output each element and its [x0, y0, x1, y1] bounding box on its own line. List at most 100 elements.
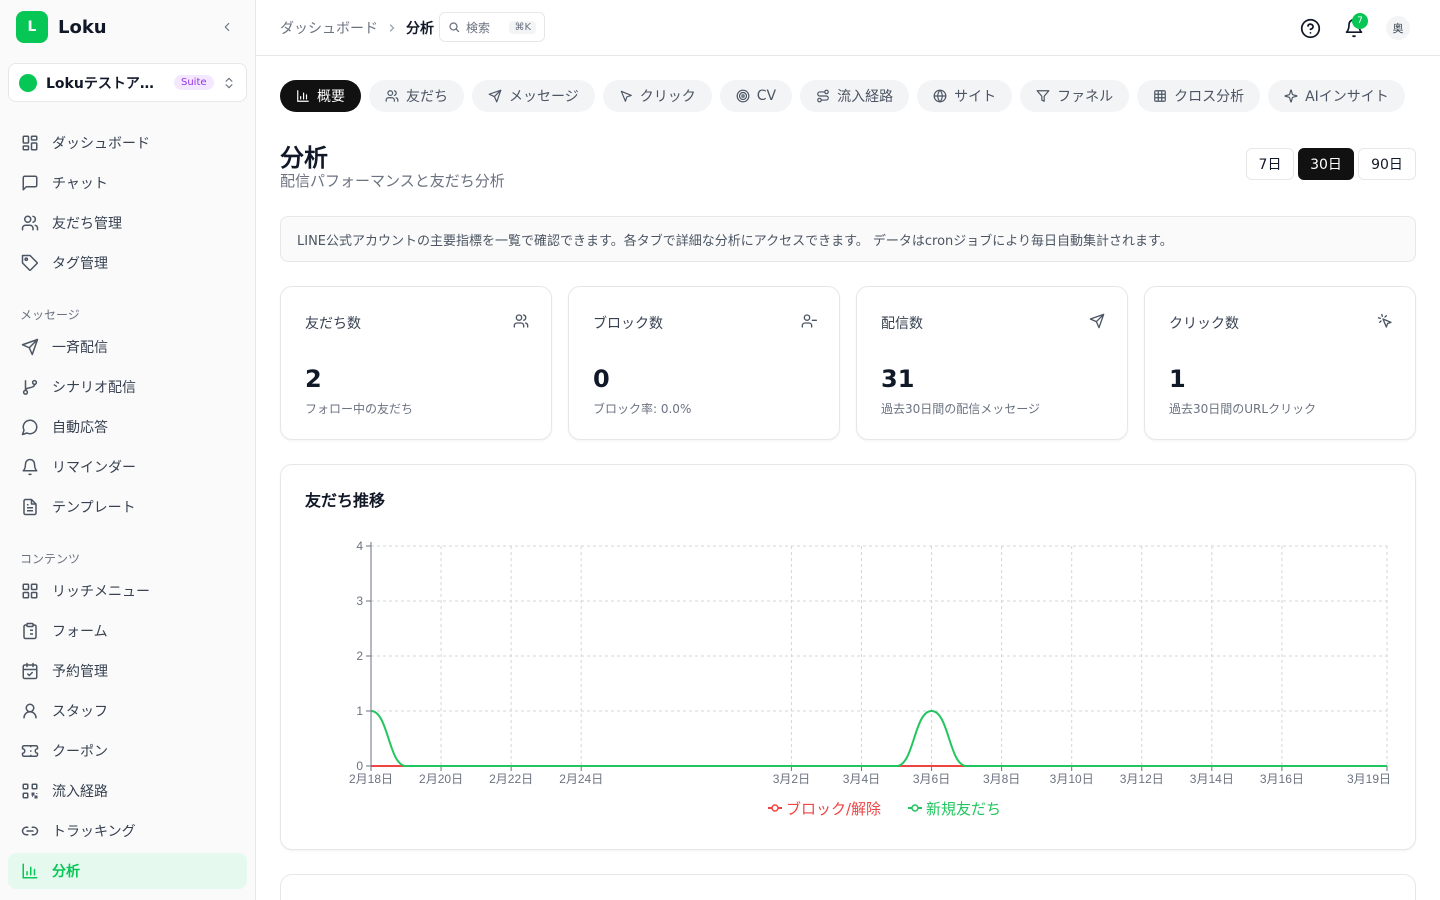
sidebar-item-analytics[interactable]: 分析 [8, 853, 247, 889]
stat-label: 配信数 [881, 316, 923, 332]
x-tick-label: 3月12日 [1120, 772, 1164, 786]
brand[interactable]: L Loku [16, 11, 107, 43]
sidebar-item-label: リッチメニュー [52, 584, 150, 600]
collapse-sidebar-button[interactable] [216, 16, 238, 38]
grid-icon [20, 581, 40, 601]
sidebar-item-reminder[interactable]: リマインダー [8, 449, 247, 485]
funnel-icon [1036, 89, 1050, 103]
tab-overview[interactable]: 概要 [280, 80, 361, 112]
stat-description: ブロック率: 0.0% [593, 402, 692, 416]
stat-card-clicks: クリック数 1 過去30日間のURLクリック [1144, 286, 1416, 440]
sidebar-item-label: リマインダー [52, 460, 136, 476]
range-30d-button[interactable]: 30日 [1298, 148, 1354, 180]
range-7d-button[interactable]: 7日 [1246, 148, 1294, 180]
ticket-icon [20, 741, 40, 761]
tab-ai-insight[interactable]: AIインサイト [1268, 80, 1405, 112]
sidebar-item-form[interactable]: フォーム [8, 613, 247, 649]
tab-cross-analysis[interactable]: クロス分析 [1137, 80, 1261, 112]
target-icon [736, 89, 750, 103]
sidebar-item-friends[interactable]: 友だち管理 [8, 205, 247, 241]
tab-clicks[interactable]: クリック [602, 80, 712, 112]
sidebar-item-auto-reply[interactable]: 自動応答 [8, 409, 247, 445]
sidebar-item-label: チャット [52, 176, 108, 192]
sidebar-item-scenario[interactable]: シナリオ配信 [8, 369, 247, 405]
notification-count-badge: 7 [1352, 13, 1368, 29]
sidebar-item-label: タグ管理 [52, 256, 108, 272]
tab-cv[interactable]: CV [719, 80, 793, 112]
sidebar-item-chat[interactable]: チャット [8, 165, 247, 201]
search-icon [449, 22, 460, 33]
friends-trend-chart: 0 1 2 3 4 2月18日 2月20日 2月22日 2月24日 3月2日 3月4日 3月6日 3月8… [349, 539, 1391, 818]
tab-site[interactable]: サイト [917, 80, 1013, 112]
dashboard-icon [20, 133, 40, 153]
sidebar-item-label: 友だち管理 [52, 216, 122, 232]
brand-name: Loku [58, 16, 107, 38]
range-90d-button[interactable]: 90日 [1358, 148, 1416, 180]
sidebar-item-inflow[interactable]: 流入経路 [8, 773, 247, 809]
stat-description: 過去30日間のURLクリック [1169, 402, 1317, 416]
chevron-right-icon [386, 22, 398, 34]
chevrons-up-down-icon [222, 76, 236, 90]
globe-icon [933, 89, 947, 103]
bell-icon [20, 457, 40, 477]
legend-label: ブロック/解除 [786, 800, 881, 818]
sidebar-item-rich-menu[interactable]: リッチメニュー [8, 573, 247, 609]
sidebar: L Loku Lokuテストアカ... Suite ダッシュボード チャット 友… [0, 0, 256, 900]
sidebar-item-tags[interactable]: タグ管理 [8, 245, 247, 281]
chevron-left-icon [224, 22, 230, 32]
tab-label: クロス分析 [1174, 89, 1245, 105]
sidebar-item-label: 分析 [52, 864, 80, 880]
search-placeholder: 検索 [466, 20, 491, 35]
page-title: 分析 [280, 144, 328, 172]
sidebar-item-label: フォーム [52, 624, 108, 640]
page-subtitle: 配信パフォーマンスと友だち分析 [280, 172, 505, 190]
account-name: Lokuテストアカ... [46, 75, 164, 92]
breadcrumb-current: 分析 [406, 21, 434, 37]
sidebar-item-label: 流入経路 [52, 784, 108, 800]
link-icon [20, 821, 40, 841]
stat-description: フォロー中の友だち [305, 402, 414, 416]
help-circle-icon [1300, 18, 1320, 38]
tab-inflow[interactable]: 流入経路 [800, 80, 910, 112]
stat-card-friends: 友だち数 2 フォロー中の友だち [280, 286, 552, 440]
qr-icon [20, 781, 40, 801]
tab-label: サイト [954, 89, 997, 105]
tab-friends[interactable]: 友だち [369, 80, 464, 112]
account-avatar [19, 73, 37, 92]
clipboard-icon [20, 621, 40, 641]
sidebar-item-dashboard[interactable]: ダッシュボード [8, 125, 247, 161]
sidebar-item-tracking[interactable]: トラッキング [8, 813, 247, 849]
search-button[interactable]: 検索 ⌘K [439, 12, 545, 42]
tab-label: クリック [639, 89, 696, 105]
sidebar-item-coupon[interactable]: クーポン [8, 733, 247, 769]
tab-messages[interactable]: メッセージ [472, 80, 595, 112]
sidebar-item-label: シナリオ配信 [52, 380, 136, 396]
legend-marker-icon [771, 804, 779, 812]
table-icon [1153, 89, 1167, 103]
user-avatar[interactable]: 奥 [1386, 16, 1410, 40]
x-tick-label: 3月14日 [1190, 772, 1234, 786]
help-button[interactable] [1298, 16, 1322, 40]
friends-trend-card: 友だち推移 0 1 2 3 4 2月18日 2月20日 2月22日 2月24日 3月2日 3月4日 3… [280, 464, 1416, 850]
sidebar-item-template[interactable]: テンプレート [8, 489, 247, 525]
sidebar-item-staff[interactable]: スタッフ [8, 693, 247, 729]
sidebar-item-label: スタッフ [52, 704, 108, 720]
legend-marker-icon [911, 804, 919, 812]
sidebar-item-reservation[interactable]: 予約管理 [8, 653, 247, 689]
branch-icon [20, 377, 40, 397]
stat-card-deliveries: 配信数 31 過去30日間の配信メッセージ [856, 286, 1128, 440]
tab-label: AIインサイト [1305, 89, 1389, 105]
stat-card-blocks: ブロック数 0 ブロック率: 0.0% [568, 286, 840, 440]
x-tick-label: 3月19日 [1347, 772, 1391, 786]
y-tick-label: 1 [356, 704, 363, 718]
legend-label: 新規友だち [926, 800, 1001, 818]
section-label-content: コンテンツ [20, 552, 81, 566]
sidebar-item-broadcast[interactable]: 一斉配信 [8, 329, 247, 365]
sidebar-item-label: クーポン [52, 744, 108, 760]
breadcrumb-link-dashboard[interactable]: ダッシュボード [280, 18, 378, 38]
sidebar-item-label: 一斉配信 [52, 340, 108, 356]
account-switcher[interactable]: Lokuテストアカ... Suite [8, 63, 247, 102]
tab-funnel[interactable]: ファネル [1020, 80, 1130, 112]
stat-label: ブロック数 [593, 316, 663, 332]
stat-value: 1 [1169, 365, 1186, 393]
